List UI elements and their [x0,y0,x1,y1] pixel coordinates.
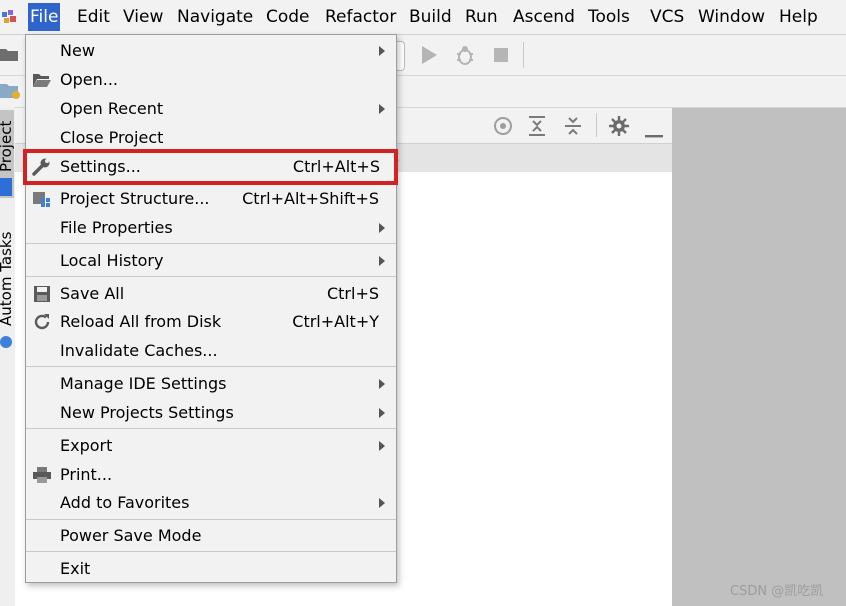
menu-tools[interactable]: Tools [586,3,632,31]
menu-item-label: Close Project [60,128,164,147]
gear-icon[interactable] [609,116,629,140]
panel-header-separator [596,113,597,137]
menu-separator [26,243,396,244]
menu-navigate[interactable]: Navigate [175,3,255,31]
menu-item-label: Add to Favorites [60,493,190,512]
toolbar-separator [523,42,524,68]
editor-area [672,108,846,606]
submenu-arrow-icon [379,441,385,451]
run-icon[interactable] [420,45,438,69]
file-menu-dropdown: New Open... Open Recent Close Project Se… [23,34,398,584]
menu-file[interactable]: File [28,3,61,31]
menu-item-reload-all[interactable]: Reload All from Disk Ctrl+Alt+Y [26,308,396,337]
expand-all-icon[interactable] [528,116,546,140]
menu-item-invalidate-caches[interactable]: Invalidate Caches... [26,337,396,366]
menu-bar: File Edit View Navigate Code Refactor Bu… [0,0,846,35]
menu-build[interactable]: Build [407,3,454,31]
menu-item-manage-ide-settings[interactable]: Manage IDE Settings [26,370,396,399]
collapse-all-icon[interactable] [564,116,582,140]
app-logo-icon [0,7,20,27]
menu-item-label: Exit [60,559,91,578]
menu-item-label: Open... [60,70,118,89]
submenu-arrow-icon [379,408,385,418]
menu-item-exit[interactable]: Exit [26,555,396,584]
reload-icon [32,313,52,331]
menu-item-shortcut: Ctrl+Alt+Shift+S [242,189,379,208]
menu-run[interactable]: Run [463,3,500,31]
submenu-arrow-icon [379,498,385,508]
minimize-icon[interactable] [645,124,663,143]
menu-separator [26,366,396,367]
submenu-arrow-icon [379,46,385,56]
submenu-arrow-icon [379,104,385,114]
menu-item-add-to-favorites[interactable]: Add to Favorites [26,489,396,518]
project-tab-indicator [0,178,12,196]
menu-view[interactable]: View [121,3,165,31]
folder-icon[interactable] [0,45,18,67]
menu-item-label: Save All [60,284,125,303]
wrench-icon [32,158,52,176]
menu-item-power-save-mode[interactable]: Power Save Mode [26,522,396,551]
stop-icon[interactable] [493,47,509,67]
menu-item-shortcut: Ctrl+Alt+Y [292,312,379,331]
menu-item-shortcut: Ctrl+S [326,284,379,303]
submenu-arrow-icon [379,256,385,266]
menu-item-label: New Projects Settings [60,403,234,422]
locate-icon[interactable] [493,116,513,140]
submenu-arrow-icon [379,379,385,389]
menu-edit[interactable]: Edit [75,3,112,31]
menu-vcs[interactable]: VCS [648,3,686,31]
project-structure-icon [32,190,52,208]
watermark: CSDN @凯吃凯 [730,584,824,599]
menu-item-label: New [60,41,95,60]
menu-item-save-all[interactable]: Save All Ctrl+S [26,280,396,309]
menu-item-new[interactable]: New [26,37,396,66]
menu-item-label: Power Save Mode [60,526,202,545]
project-tab-label: Project [0,120,15,172]
debug-icon[interactable] [455,44,475,70]
menu-window[interactable]: Window [696,3,767,31]
project-module-icon [0,82,20,104]
menu-help[interactable]: Help [777,3,820,31]
menu-item-file-properties[interactable]: File Properties [26,214,396,243]
menu-item-label: Local History [60,251,164,270]
menu-item-new-projects-settings[interactable]: New Projects Settings [26,399,396,428]
menu-item-label: Settings... [60,157,141,176]
menu-item-label: File Properties [60,218,173,237]
menu-item-shortcut: Ctrl+Alt+S [292,157,380,176]
menu-item-export[interactable]: Export [26,432,396,461]
menu-item-label: Invalidate Caches... [60,341,218,360]
menu-item-project-structure[interactable]: Project Structure... Ctrl+Alt+Shift+S [26,185,396,214]
tasks-tab-label[interactable]: Autom Tasks [0,232,15,326]
menu-item-label: Open Recent [60,99,164,118]
tasks-icon [0,334,12,353]
print-icon [32,466,52,484]
menu-separator [26,428,396,429]
menu-separator [26,276,396,277]
menu-item-label: Export [60,436,113,455]
menu-item-local-history[interactable]: Local History [26,247,396,276]
menu-item-label: Project Structure... [60,189,210,208]
menu-item-label: Print... [60,465,113,484]
menu-item-print[interactable]: Print... [26,461,396,490]
menu-item-label: Reload All from Disk [60,312,222,331]
menu-code[interactable]: Code [264,3,312,31]
submenu-arrow-icon [379,223,385,233]
menu-item-open-recent[interactable]: Open Recent [26,95,396,124]
menu-separator [26,519,396,520]
menu-separator [26,551,396,552]
folder-open-icon [32,71,52,89]
menu-refactor[interactable]: Refactor [323,3,398,31]
menu-ascend[interactable]: Ascend [511,3,577,31]
menu-item-settings[interactable]: Settings... Ctrl+Alt+S [23,149,398,185]
menu-item-open[interactable]: Open... [26,66,396,95]
save-icon [32,285,52,303]
menu-item-label: Manage IDE Settings [60,374,227,393]
